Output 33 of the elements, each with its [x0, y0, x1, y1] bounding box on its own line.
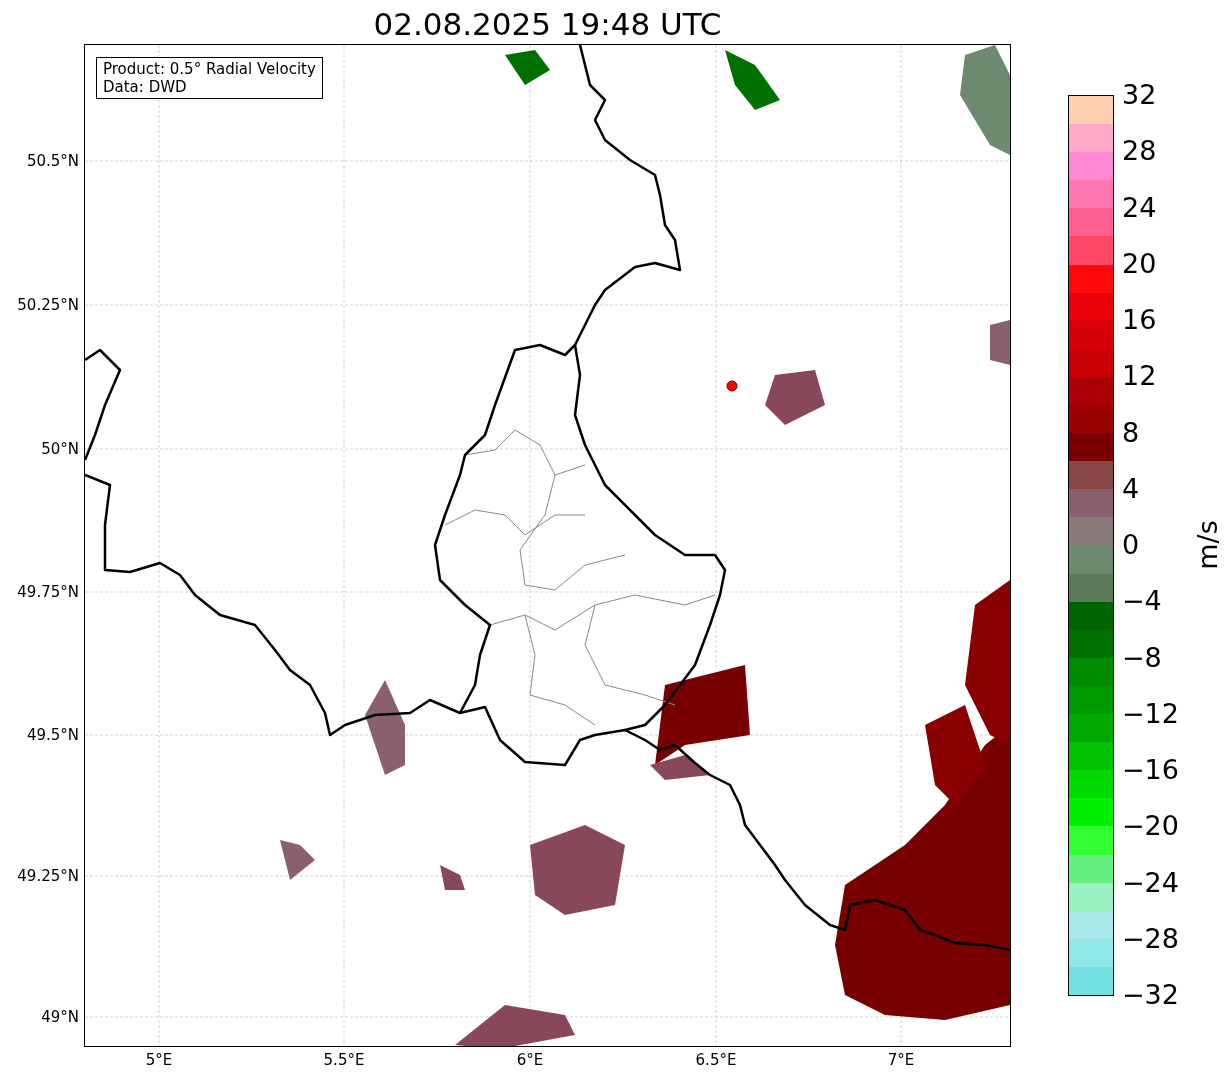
colorbar-tick-label: 28 — [1122, 136, 1157, 167]
colorbar-tick-label: −16 — [1122, 755, 1179, 785]
colorbar-tick-label: 32 — [1122, 80, 1157, 110]
longitude-tick-label: 6°E — [516, 1051, 544, 1069]
colorbar-tick-label: 12 — [1122, 361, 1157, 392]
colorbar-tick-label: −12 — [1122, 698, 1179, 729]
longitude-tick-label: 5.5°E — [323, 1051, 365, 1069]
latitude-tick-label: 49.75°N — [17, 583, 79, 601]
colorbar-tick-label: −20 — [1122, 811, 1179, 842]
colorbar-tick-label: 4 — [1122, 473, 1140, 504]
latitude-tick-label: 49.5°N — [26, 726, 79, 744]
latitude-tick-label: 50°N — [41, 440, 79, 458]
latitude-tick-label: 50.5°N — [26, 152, 79, 170]
colorbar-tick-label: 24 — [1122, 192, 1157, 223]
colorbar-tick-label: 0 — [1122, 530, 1140, 560]
colorbar-tick-label: −28 — [1122, 923, 1179, 954]
colorbar-tick-label: −24 — [1122, 867, 1179, 898]
colorbar-tick-label: −8 — [1122, 642, 1162, 673]
colorbar-tick-label: −4 — [1122, 586, 1162, 617]
colorbar-tick-label: 20 — [1122, 248, 1157, 279]
colorbar-tick-label: 8 — [1122, 417, 1140, 448]
latitude-tick-label: 49.25°N — [17, 867, 79, 885]
latitude-tick-label: 50.25°N — [17, 296, 79, 314]
colorbar-label: m/s — [1192, 520, 1223, 570]
longitude-tick-label: 6.5°E — [695, 1051, 737, 1069]
legend-text: Data: DWD — [103, 78, 188, 96]
longitude-tick-label: 7°E — [887, 1051, 915, 1069]
chart-title: 02.08.2025 19:48 UTC — [372, 5, 723, 44]
legend-text: Product: 0.5° Radial Velocity — [103, 60, 316, 78]
colorbar-tick-label: −32 — [1122, 980, 1179, 1010]
longitude-tick-label: 5°E — [145, 1051, 173, 1069]
latitude-tick-label: 49°N — [41, 1008, 79, 1026]
colorbar-tick-label: 16 — [1122, 305, 1157, 335]
